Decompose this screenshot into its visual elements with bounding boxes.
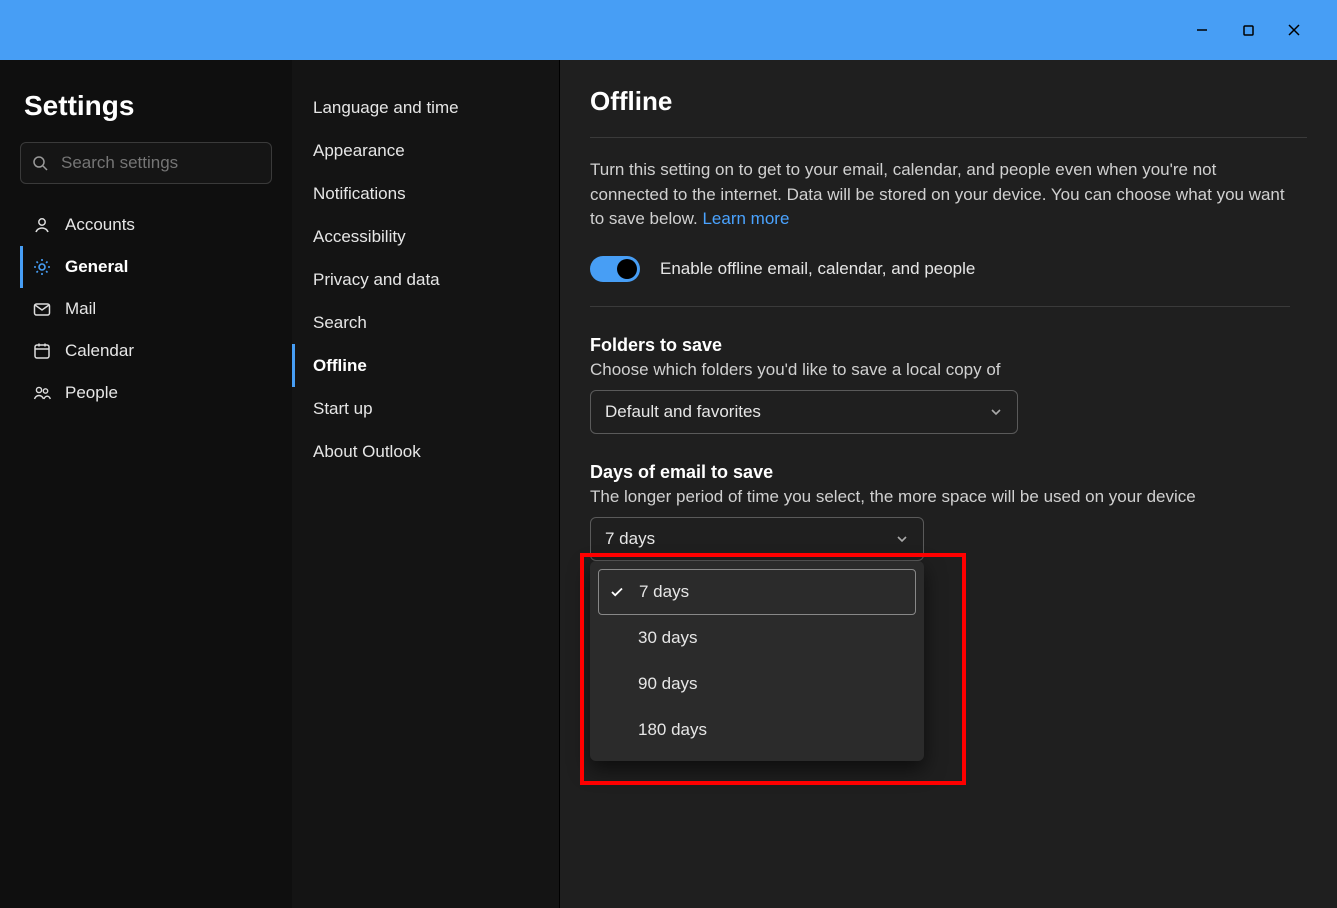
main-content: Offline Turn this setting on to get to y… (560, 60, 1337, 908)
subnav-notifications[interactable]: Notifications (292, 172, 559, 215)
description-text: Turn this setting on to get to your emai… (590, 160, 1285, 228)
page-heading: Offline (590, 86, 1307, 138)
subnav-label: Search (313, 313, 367, 333)
maximize-button[interactable] (1225, 10, 1271, 50)
chevron-down-icon (989, 405, 1003, 419)
option-label: 90 days (638, 674, 698, 694)
subnav-startup[interactable]: Start up (292, 387, 559, 430)
subnav-label: Language and time (313, 98, 459, 118)
sidebar-item-people[interactable]: People (20, 372, 272, 414)
settings-sidebar: Settings Accounts General (0, 60, 292, 908)
sidebar-item-label: Calendar (65, 341, 134, 361)
enable-offline-toggle[interactable] (590, 256, 640, 282)
subnav-search[interactable]: Search (292, 301, 559, 344)
option-label: 30 days (638, 628, 698, 648)
subnav-language-time[interactable]: Language and time (292, 86, 559, 129)
sidebar-item-calendar[interactable]: Calendar (20, 330, 272, 372)
option-label: 180 days (638, 720, 707, 740)
folders-desc: Choose which folders you'd like to save … (590, 360, 1290, 380)
minimize-button[interactable] (1179, 10, 1225, 50)
days-desc: The longer period of time you select, th… (590, 487, 1290, 507)
search-icon (32, 155, 48, 171)
check-icon (609, 584, 625, 600)
toggle-knob (617, 259, 637, 279)
sidebar-item-label: General (65, 257, 128, 277)
subnav-label: About Outlook (313, 442, 421, 462)
subnav-appearance[interactable]: Appearance (292, 129, 559, 172)
subnav-label: Privacy and data (313, 270, 440, 290)
toggle-label: Enable offline email, calendar, and peop… (660, 259, 975, 279)
subnav-label: Accessibility (313, 227, 406, 247)
days-select-value: 7 days (605, 529, 655, 549)
general-subnav: Language and time Appearance Notificatio… (292, 60, 560, 908)
subnav-label: Start up (313, 399, 373, 419)
sidebar-item-mail[interactable]: Mail (20, 288, 272, 330)
folders-select[interactable]: Default and favorites (590, 390, 1018, 434)
chevron-down-icon (895, 532, 909, 546)
gear-icon (31, 257, 53, 277)
folders-title: Folders to save (590, 335, 1290, 356)
window-titlebar (0, 0, 1337, 60)
calendar-icon (31, 341, 53, 361)
folders-select-value: Default and favorites (605, 402, 761, 422)
days-option-90[interactable]: 90 days (598, 661, 916, 707)
subnav-label: Offline (313, 356, 367, 376)
option-label: 7 days (639, 582, 689, 602)
subnav-offline[interactable]: Offline (292, 344, 559, 387)
subnav-privacy[interactable]: Privacy and data (292, 258, 559, 301)
days-option-30[interactable]: 30 days (598, 615, 916, 661)
learn-more-link[interactable]: Learn more (702, 209, 789, 228)
subnav-label: Notifications (313, 184, 406, 204)
subnav-label: Appearance (313, 141, 405, 161)
sidebar-item-label: Mail (65, 299, 96, 319)
days-option-7[interactable]: 7 days (598, 569, 916, 615)
days-dropdown: 7 days 30 days 90 days 180 days (590, 561, 924, 761)
offline-description: Turn this setting on to get to your emai… (590, 158, 1290, 232)
mail-icon (31, 299, 53, 319)
sidebar-item-accounts[interactable]: Accounts (20, 204, 272, 246)
subnav-about[interactable]: About Outlook (292, 430, 559, 473)
days-option-180[interactable]: 180 days (598, 707, 916, 753)
search-input[interactable] (20, 142, 272, 184)
days-title: Days of email to save (590, 462, 1290, 483)
settings-title: Settings (24, 90, 272, 122)
person-icon (31, 215, 53, 235)
people-icon (31, 383, 53, 403)
sidebar-item-label: People (65, 383, 118, 403)
close-button[interactable] (1271, 10, 1317, 50)
days-select[interactable]: 7 days (590, 517, 924, 561)
sidebar-item-general[interactable]: General (20, 246, 272, 288)
sidebar-item-label: Accounts (65, 215, 135, 235)
subnav-accessibility[interactable]: Accessibility (292, 215, 559, 258)
